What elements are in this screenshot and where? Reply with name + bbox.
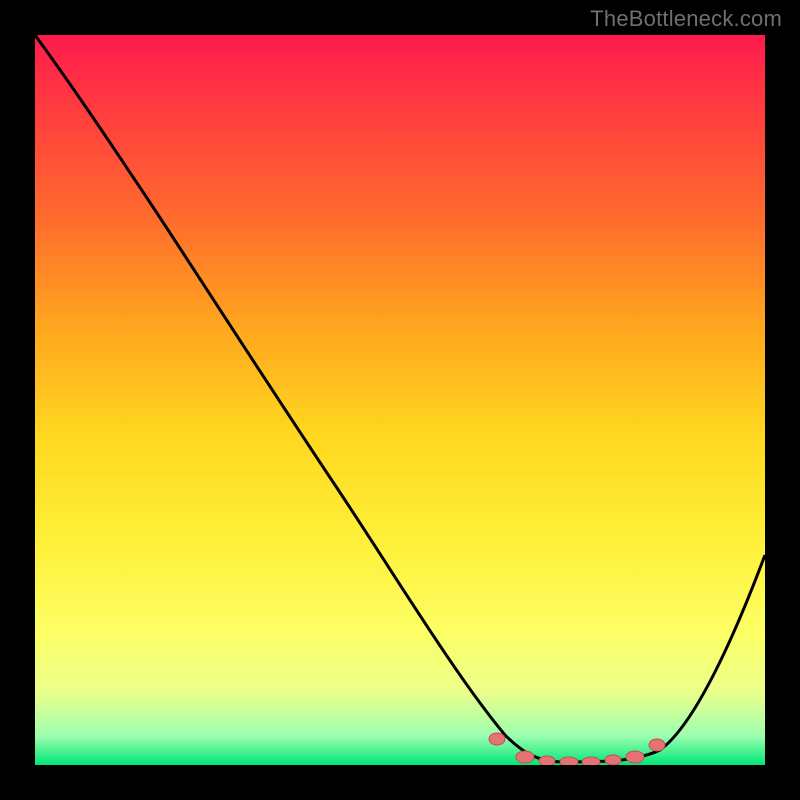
dot: [489, 733, 505, 745]
dot: [605, 755, 621, 765]
plot-area: [35, 35, 765, 765]
dot: [649, 739, 665, 751]
dot: [560, 757, 578, 765]
chart-frame: TheBottleneck.com: [0, 0, 800, 800]
dot: [516, 751, 534, 763]
attribution-text: TheBottleneck.com: [590, 6, 782, 32]
bottleneck-curve: [35, 35, 765, 762]
dot: [626, 751, 644, 763]
bottleneck-curve-svg: [35, 35, 765, 765]
min-dots: [489, 733, 665, 765]
dot: [582, 757, 600, 765]
dot: [539, 756, 555, 765]
